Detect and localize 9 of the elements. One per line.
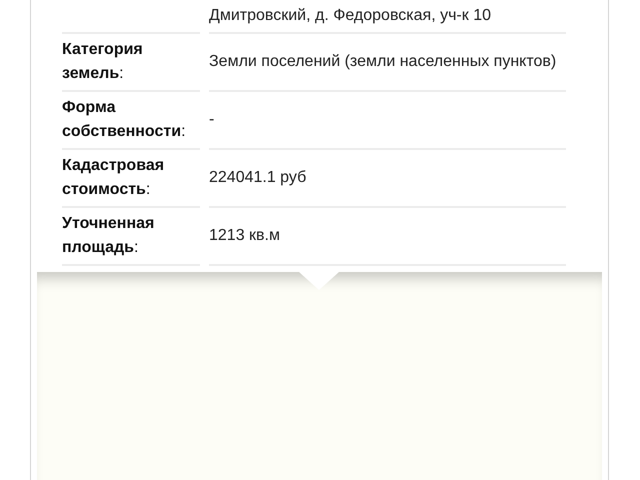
field-label: Кадастровая стоимость:	[62, 156, 166, 200]
field-label: Категория земель:	[62, 40, 144, 84]
field-value: -	[209, 110, 214, 130]
field-value: Дмитровский, д. Федоровская, уч-к 10	[209, 6, 491, 26]
field-label: Уточненная площадь:	[62, 214, 156, 258]
field-value: Земли поселений (земли населенных пунктов)	[209, 52, 556, 72]
field-value: 1213 кв.м	[209, 226, 280, 246]
field-value: 224041.1 руб	[209, 168, 306, 188]
field-label: Форма собственности:	[62, 98, 187, 142]
